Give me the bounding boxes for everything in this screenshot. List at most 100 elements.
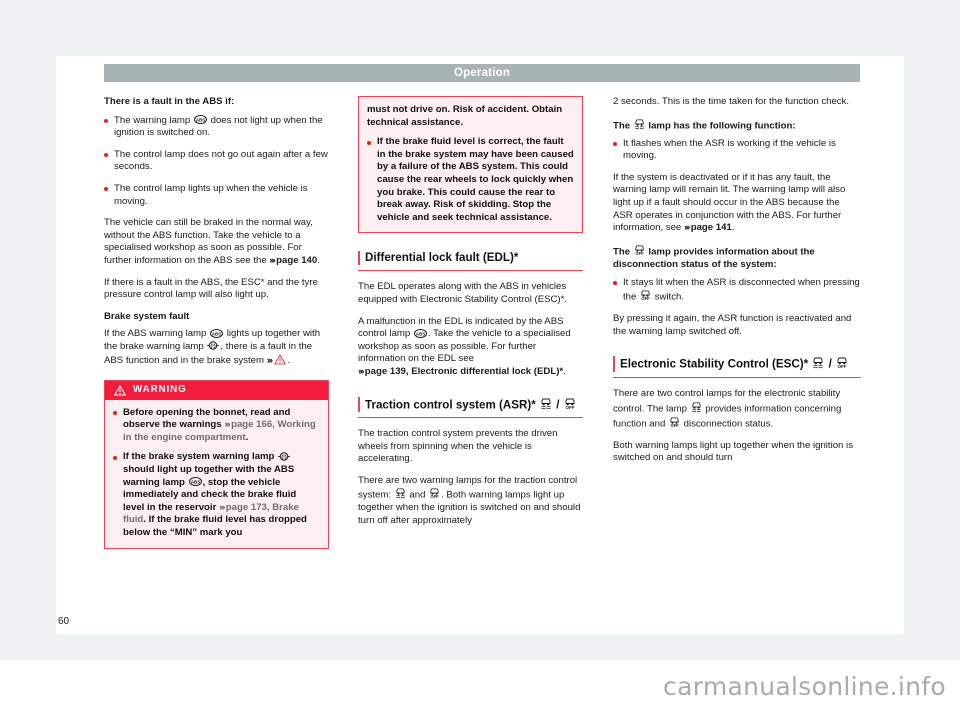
svg-text:OFF: OFF: [565, 405, 574, 410]
svg-text:OFF: OFF: [838, 364, 847, 369]
cross-reference: ››› page 140: [269, 255, 317, 266]
asr-skid-lamp-icon: [691, 401, 702, 413]
asr-flash-bullet: It flashes when the ASR is working if th…: [613, 138, 861, 163]
abs-paragraph-3: If the ABS warning lamp ABS lights up to…: [104, 328, 329, 367]
asr-flash-lamp-subheading: The lamp has the following function:: [613, 118, 861, 133]
abs-warning-lamp-icon: ABS: [413, 328, 427, 338]
asr-skid-lamp-icon: [540, 397, 552, 410]
site-watermark: carmanualsonline.info: [663, 672, 946, 701]
asr-off-lamp-subheading: The OFF lamp provides information about …: [613, 244, 861, 272]
abs-fault-bullet-1: The warning lamp ABS does not light up w…: [104, 115, 329, 140]
reference-label: page 141: [690, 222, 732, 234]
brake-system-fault-heading: Brake system fault: [104, 310, 190, 322]
asr-off-lamp-icon: OFF: [640, 289, 651, 301]
warning-text-end: .: [245, 431, 249, 443]
bullet-dot-icon: [113, 411, 117, 416]
reference-label: page 139, Electronic differential lock (…: [364, 365, 564, 377]
asr-off-lamp-icon: OFF: [564, 397, 576, 410]
abs-warning-lamp-icon: ABS: [210, 328, 224, 338]
warning-bullet-2: If the brake system warning lamp (!) sho…: [113, 451, 320, 539]
paragraph-text-c: . Both warning lamps light up together w…: [358, 489, 581, 527]
subheading-text-b: lamp has the following function:: [648, 120, 796, 132]
bullet-text: It flashes when the ASR is working if th…: [623, 137, 836, 162]
column-1: There is a fault in the ABS if: The warn…: [104, 96, 329, 549]
section-separator: /: [828, 357, 832, 371]
esc-paragraph-2: Both warning lamps light up together whe…: [613, 439, 853, 464]
abs-paragraph-1: The vehicle can still be braked in the n…: [104, 217, 329, 267]
paragraph-text-a: If the ABS warning lamp: [104, 328, 207, 340]
cross-reference: ››› page 141: [684, 222, 732, 233]
brake-warning-lamp-icon: (!): [207, 341, 220, 351]
warning-box-continued: must not drive on. Risk of accident. Obt…: [358, 96, 583, 234]
asr-skid-lamp-icon: [634, 118, 645, 130]
asr-skid-lamp-icon: [395, 487, 406, 499]
bullet-text: The control lamp lights up when the vehi…: [114, 182, 308, 207]
section-title: Traction control system (ASR)*: [365, 398, 536, 411]
abs-paragraph-2: If there is a fault in the ABS, the ESC*…: [104, 276, 318, 301]
page-viewport: Operation 60 carmanualsonline.info There…: [0, 0, 960, 708]
triple-chevron-icon: ›››: [683, 222, 690, 234]
abs-warning-lamp-icon: ABS: [193, 115, 207, 125]
section-separator: /: [556, 398, 560, 411]
section-title: Electronic Stability Control (ESC)*: [620, 357, 809, 371]
warning-triangle-icon: [274, 353, 287, 365]
asr-off-lamp-icon: OFF: [669, 416, 680, 428]
bullet-text-b: switch.: [654, 291, 685, 303]
asr-disconnect-bullet: It stays lit when the ASR is disconnecte…: [613, 277, 861, 305]
asr-reactivate-paragraph: By pressing it again, the ASR function i…: [613, 313, 852, 337]
asr-off-lamp-icon: OFF: [836, 356, 848, 369]
paragraph-end: .: [563, 365, 566, 377]
warning-triangle-icon: [114, 385, 126, 396]
bullet-dot-icon: [104, 187, 108, 192]
asr-paragraph-1: The traction control system prevents the…: [358, 428, 558, 465]
warning-text-end: . If the brake fluid level has dropped b…: [123, 514, 307, 539]
section-heading-edl: Differential lock fault (EDL)*: [358, 251, 583, 272]
bullet-dot-icon: [113, 455, 117, 460]
triple-chevron-icon: ›››: [219, 501, 225, 513]
bullet-dot-icon: [104, 119, 108, 124]
svg-text:ABS: ABS: [212, 331, 222, 336]
svg-text:ABS: ABS: [190, 479, 200, 484]
warning-box-body: must not drive on. Risk of accident. Obt…: [359, 97, 582, 232]
abs-fault-bullet-3: The control lamp lights up when the vehi…: [104, 183, 329, 208]
paragraph-text-b: and: [409, 489, 426, 501]
cross-reference: ››› page 139, Electronic differential loc…: [358, 366, 563, 377]
reference-label: page 140: [276, 254, 318, 266]
warning-text: If the brake fluid level is correct, the…: [377, 136, 574, 223]
warning-bullet-1: Before opening the bonnet, read and obse…: [113, 407, 320, 445]
asr-skid-lamp-icon: [812, 356, 824, 369]
triple-chevron-icon: ›››: [266, 354, 273, 366]
asr-off-lamp-icon: OFF: [634, 244, 645, 256]
brake-warning-lamp-icon: (!): [278, 452, 290, 461]
abs-fault-heading: There is a fault in the ABS if:: [104, 96, 235, 107]
bullet-dot-icon: [104, 153, 108, 158]
triple-chevron-icon: ›››: [358, 365, 364, 377]
asr-continued-paragraph: 2 seconds. This is the time taken for th…: [613, 96, 850, 107]
warning-continued-text: must not drive on. Risk of accident. Obt…: [367, 104, 563, 128]
asr-fault-paragraph: If the system is deactivated or if it ha…: [613, 172, 861, 235]
paragraph-end: .: [287, 354, 291, 366]
bullet-dot-icon: [613, 281, 617, 286]
warning-bullet-3: If the brake fluid level is correct, the…: [367, 136, 574, 224]
edl-paragraph-2: A malfunction in the EDL is indicated by…: [358, 316, 583, 379]
asr-paragraph-2: There are two warning lamps for the trac…: [358, 475, 583, 528]
section-heading-asr: Traction control system (ASR)* / OFF: [358, 396, 583, 418]
paragraph-text-c: disconnection status.: [683, 418, 774, 430]
running-header: Operation: [104, 64, 860, 82]
bullet-dot-icon: [367, 140, 371, 145]
subheading-text-a: The: [613, 120, 631, 132]
warning-box-body: Before opening the bonnet, read and obse…: [105, 400, 328, 548]
bullet-dot-icon: [613, 142, 617, 147]
svg-text:OFF: OFF: [430, 494, 439, 499]
warning-box-title: WARNING: [105, 381, 328, 400]
bullet-text: The control lamp does not go out again a…: [114, 148, 328, 173]
svg-text:(!): (!): [282, 454, 287, 460]
svg-text:(!): (!): [211, 344, 216, 350]
paragraph-end: .: [317, 254, 320, 266]
svg-text:OFF: OFF: [635, 251, 644, 256]
subheading-text-a: The: [613, 246, 631, 258]
svg-text:ABS: ABS: [196, 117, 206, 122]
abs-warning-lamp-icon: ABS: [188, 477, 202, 487]
warning-label: WARNING: [133, 384, 187, 396]
svg-text:OFF: OFF: [641, 296, 650, 301]
